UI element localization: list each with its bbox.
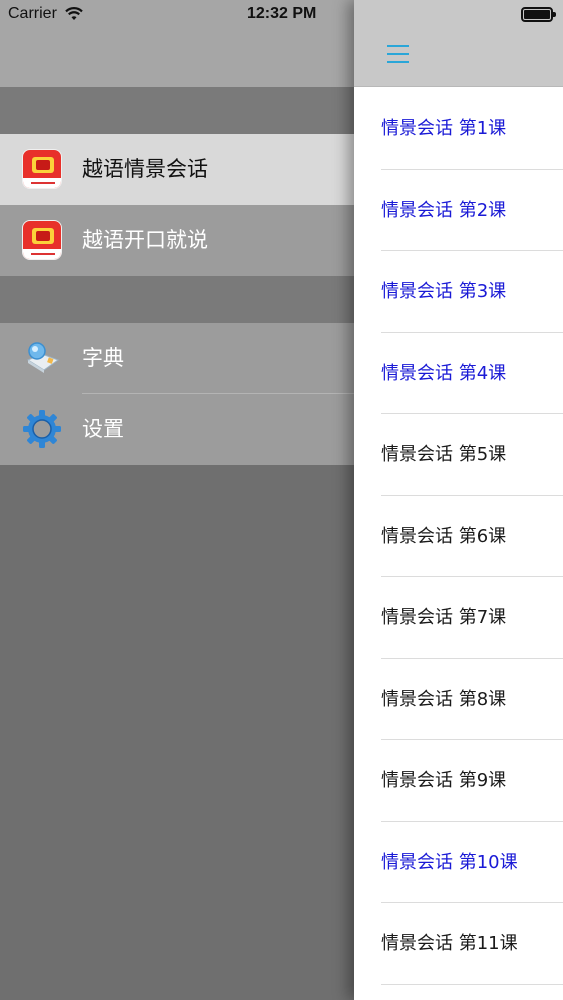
lesson-item[interactable]: 情景会话 第7课 [354, 577, 563, 659]
lesson-item[interactable]: 情景会话 第1课 [354, 88, 563, 170]
app-logo-icon [22, 149, 62, 189]
lesson-item[interactable]: 情景会话 第2课 [354, 170, 563, 252]
lesson-item[interactable]: 情景会话 第3课 [354, 251, 563, 333]
app-menu-group: 越语情景会话 越语开口就说 [0, 134, 354, 276]
menu-item-label: 设置 [82, 417, 124, 441]
drawer-header: Carrier 12:32 PM [0, 0, 354, 87]
menu-item-dictionary[interactable]: 字典 [0, 323, 354, 394]
app-logo-icon [22, 220, 62, 260]
carrier-label: Carrier [8, 5, 57, 22]
status-bar-left: Carrier [8, 4, 83, 24]
navigation-bar [354, 0, 563, 87]
lesson-item[interactable]: 情景会话 第6课 [354, 496, 563, 578]
lesson-item[interactable]: 情景会话 第8课 [354, 659, 563, 741]
battery-icon [521, 7, 556, 22]
tools-menu-group: 字典 设置 [0, 323, 354, 465]
menu-item-label: 越语开口就说 [82, 228, 208, 252]
lesson-item[interactable]: 情景会话 第4课 [354, 333, 563, 415]
side-drawer: Carrier 12:32 PM 越语情景会话 越语开口就说 字典 设置 [0, 0, 354, 1000]
lesson-item[interactable]: 情景会话 第5课 [354, 414, 563, 496]
wifi-icon [65, 7, 83, 20]
gear-icon [23, 410, 61, 448]
lesson-panel: 情景会话 第1课 情景会话 第2课 情景会话 第3课 情景会话 第4课 情景会话 第5课… [354, 0, 563, 1000]
hamburger-menu-icon[interactable] [387, 44, 409, 64]
menu-item-vietnamese-speak[interactable]: 越语开口就说 [0, 205, 354, 276]
menu-item-vietnamese-situational[interactable]: 越语情景会话 [0, 134, 354, 205]
status-time: 12:32 PM [247, 5, 317, 22]
drawer-spacer [0, 87, 354, 134]
dictionary-icon [26, 342, 60, 373]
drawer-spacer [0, 276, 354, 323]
menu-item-label: 越语情景会话 [82, 157, 208, 181]
menu-item-settings[interactable]: 设置 [0, 394, 354, 465]
lesson-item[interactable]: 情景会话 第11课 [354, 903, 563, 985]
menu-item-label: 字典 [82, 346, 124, 370]
lesson-item[interactable]: 情景会话 第10课 [354, 822, 563, 904]
lesson-list: 情景会话 第1课 情景会话 第2课 情景会话 第3课 情景会话 第4课 情景会话 第5课… [354, 88, 563, 985]
lesson-item[interactable]: 情景会话 第9课 [354, 740, 563, 822]
